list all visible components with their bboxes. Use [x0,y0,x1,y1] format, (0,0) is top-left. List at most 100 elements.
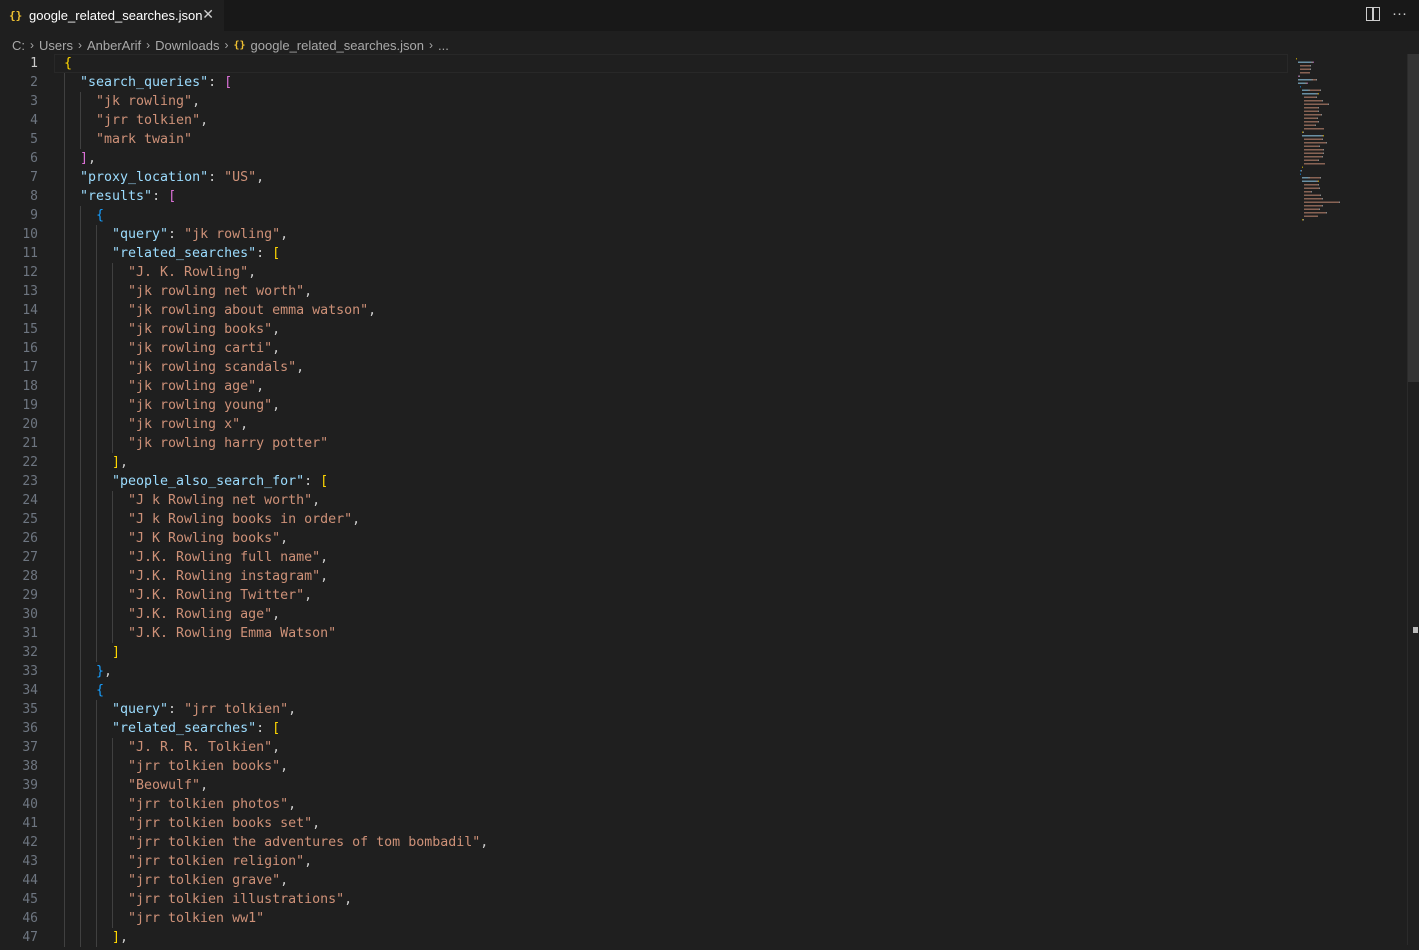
code-text: "jrr tolkien books set", [128,814,320,833]
minimap-line [1320,89,1321,91]
indent-guide [64,339,65,358]
code-line[interactable]: 10 "query": "jk rowling", [0,225,1290,244]
json-punctuation: , [256,170,265,185]
editor-tab[interactable]: {} google_related_searches.json ✕ [0,0,224,31]
minimap-line [1326,212,1327,214]
code-line[interactable]: 17 "jk rowling scandals", [0,358,1290,377]
indent-guide [112,377,113,396]
code-line[interactable]: 33}, [0,662,1290,681]
code-text: "jrr tolkien illustrations", [128,890,352,909]
json-key: "proxy_location" [80,170,209,185]
code-line[interactable]: 13 "jk rowling net worth", [0,282,1290,301]
code-line[interactable]: 26 "J K Rowling books", [0,529,1290,548]
line-number: 34 [22,683,38,698]
code-text: "J. R. R. Tolkien", [128,738,280,757]
code-line[interactable]: 5 "mark twain" [0,130,1290,149]
json-string: "jrr tolkien religion" [128,854,305,869]
code-line[interactable]: 22], [0,453,1290,472]
json-punctuation: , [280,873,289,888]
code-line[interactable]: 16 "jk rowling carti", [0,339,1290,358]
code-editor[interactable]: 1{2 "search_queries": [3 "jk rowling", 4 "jr… [0,54,1290,947]
minimap-line [1304,208,1319,210]
code-line[interactable]: 45 "jrr tolkien illustrations", [0,890,1290,909]
code-text: "related_searches": [ [112,244,280,263]
code-line[interactable]: 27 "J.K. Rowling full name", [0,548,1290,567]
code-line[interactable]: 40 "jrr tolkien photos", [0,795,1290,814]
code-line[interactable]: 7 "proxy_location": "US", [0,168,1290,187]
code-line[interactable]: 29 "J.K. Rowling Twitter", [0,586,1290,605]
json-string: "jk rowling age" [128,379,257,394]
code-line[interactable]: 46 "jrr tolkien ww1" [0,909,1290,928]
code-line[interactable]: 18 "jk rowling age", [0,377,1290,396]
scrollbar-thumb[interactable] [1408,54,1419,382]
json-punctuation: , [192,94,201,109]
code-line[interactable]: 21 "jk rowling harry potter" [0,434,1290,453]
line-number: 38 [22,759,38,774]
tab-title[interactable]: google_related_searches.json [29,8,202,23]
code-line[interactable]: 8 "results": [ [0,187,1290,206]
chevron-right-icon: › [30,38,34,52]
code-line[interactable]: 15 "jk rowling books", [0,320,1290,339]
code-line[interactable]: 25 "J k Rowling books in order", [0,510,1290,529]
breadcrumb-item[interactable]: Users [39,38,73,53]
code-line[interactable]: 14 "jk rowling about emma watson", [0,301,1290,320]
code-line[interactable]: 38 "jrr tolkien books", [0,757,1290,776]
minimap-line [1320,194,1321,196]
indent-guide [80,377,81,396]
code-line[interactable]: 2 "search_queries": [ [0,73,1290,92]
indent-guide [96,757,97,776]
minimap-line [1304,107,1318,109]
split-editor-icon[interactable] [1366,6,1380,21]
code-line[interactable]: 20 "jk rowling x", [0,415,1290,434]
code-line[interactable]: 28 "J.K. Rowling instagram", [0,567,1290,586]
code-line[interactable]: 6], [0,149,1290,168]
breadcrumb-item[interactable]: AnberArif [87,38,141,53]
breadcrumb-symbol[interactable]: ... [438,38,449,53]
code-line[interactable]: 47], [0,928,1290,947]
code-line[interactable]: 31 "J.K. Rowling Emma Watson" [0,624,1290,643]
code-line[interactable]: 43 "jrr tolkien religion", [0,852,1290,871]
close-icon[interactable]: ✕ [202,6,214,23]
code-line[interactable]: 23 "people_also_search_for": [ [0,472,1290,491]
code-line[interactable]: 35 "query": "jrr tolkien", [0,700,1290,719]
code-line[interactable]: 19 "jk rowling young", [0,396,1290,415]
code-line[interactable]: 4 "jrr tolkien", [0,111,1290,130]
line-number: 25 [22,512,38,527]
indent-guide [80,795,81,814]
indent-guide [80,852,81,871]
code-line[interactable]: 44 "jrr tolkien grave", [0,871,1290,890]
code-line[interactable]: 32] [0,643,1290,662]
code-text: "jrr tolkien", [96,111,208,130]
indent-guide [112,795,113,814]
code-line[interactable]: 34 { [0,681,1290,700]
code-line[interactable]: 12 "J. K. Rowling", [0,263,1290,282]
code-line[interactable]: 42 "jrr tolkien the adventures of tom bom… [0,833,1290,852]
indent-guide [96,396,97,415]
code-line[interactable]: 11 "related_searches": [ [0,244,1290,263]
code-line[interactable]: 39 "Beowulf", [0,776,1290,795]
minimap-line [1318,93,1319,95]
minimap-line [1304,124,1315,126]
indent-guide [112,605,113,624]
breadcrumb-item[interactable]: Downloads [155,38,219,53]
indent-guide [64,928,65,947]
code-text: "jrr tolkien ww1" [128,909,264,928]
code-line[interactable]: 3 "jk rowling", [0,92,1290,111]
code-line[interactable]: 37 "J. R. R. Tolkien", [0,738,1290,757]
minimap-line [1308,89,1310,91]
indent-guide [96,548,97,567]
indent-guide [64,282,65,301]
breadcrumb-file[interactable]: google_related_searches.json [251,38,424,53]
code-line[interactable]: 41 "jrr tolkien books set", [0,814,1290,833]
code-line[interactable]: 30 "J.K. Rowling age", [0,605,1290,624]
code-line[interactable]: 9{ [0,206,1290,225]
code-line[interactable]: 24 "J k Rowling net worth", [0,491,1290,510]
json-string: "mark twain" [96,132,193,147]
minimap[interactable] [1290,54,1400,945]
indent-guide [80,358,81,377]
code-line[interactable]: 1{ [0,54,1290,73]
breadcrumb-item[interactable]: C: [12,38,25,53]
more-actions-icon[interactable]: ··· [1392,5,1407,22]
vertical-scrollbar[interactable] [1407,54,1419,945]
code-line[interactable]: 36 "related_searches": [ [0,719,1290,738]
